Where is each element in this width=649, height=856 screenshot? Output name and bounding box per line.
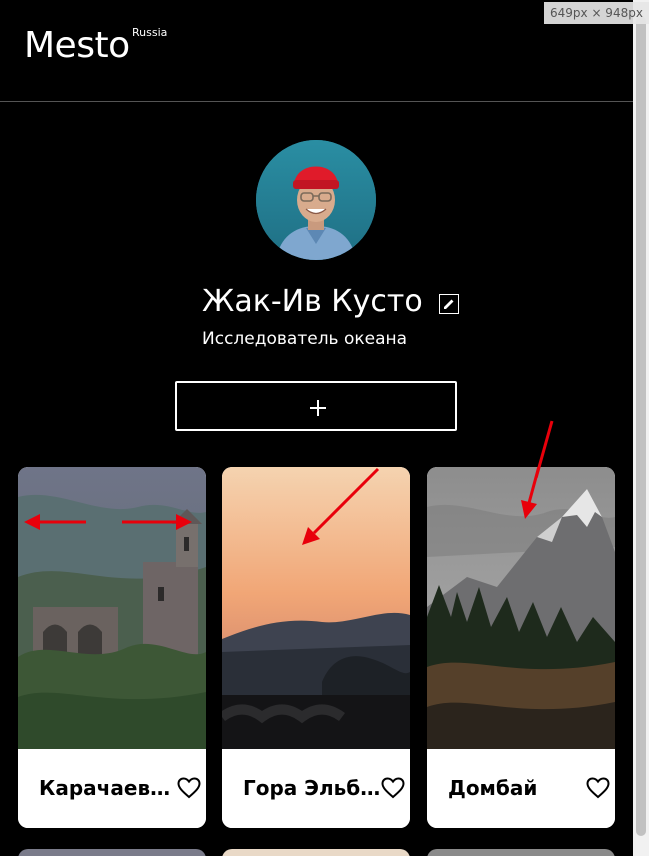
place-card: Карачаево-Черкесия	[18, 467, 206, 828]
annotation-arrow-tail	[534, 420, 554, 478]
heart-icon	[177, 777, 201, 799]
card-footer: Гора Эльбрус	[222, 749, 410, 828]
like-button[interactable]	[177, 777, 201, 799]
heart-icon	[381, 777, 405, 799]
card-title: Карачаево-Черкесия	[39, 776, 177, 800]
add-card-button[interactable]	[175, 381, 457, 431]
card-image[interactable]	[427, 467, 615, 749]
like-button[interactable]	[586, 777, 610, 799]
scrollbar[interactable]	[633, 0, 649, 856]
page: Mesto Russia Жак-Ив Кусто Исследователь …	[0, 0, 633, 856]
place-card: Гора Эльбрус	[222, 467, 410, 828]
plus-icon	[310, 400, 326, 416]
card-footer: Домбай	[427, 749, 615, 828]
viewport-size-label: 649px × 948px	[544, 2, 649, 24]
card-image[interactable]	[222, 467, 410, 749]
place-card-next-row	[427, 849, 615, 856]
place-card-next-row	[222, 849, 410, 856]
card-title: Домбай	[448, 776, 538, 800]
avatar[interactable]	[256, 140, 376, 260]
place-card-next-row	[18, 849, 206, 856]
profile-about: Исследователь океана	[202, 329, 408, 349]
card-image[interactable]	[18, 467, 206, 749]
card-title: Гора Эльбрус	[243, 776, 381, 800]
logo-superscript: Russia	[132, 26, 168, 39]
header: Mesto Russia	[0, 0, 633, 102]
card-footer: Карачаево-Черкесия	[18, 749, 206, 828]
avatar-photo	[256, 140, 376, 260]
pencil-icon	[444, 299, 454, 309]
like-button[interactable]	[381, 777, 405, 799]
scrollbar-thumb[interactable]	[636, 16, 646, 836]
edit-profile-button[interactable]	[439, 294, 459, 314]
heart-icon	[586, 777, 610, 799]
logo[interactable]: Mesto	[24, 26, 130, 66]
place-card: Домбай	[427, 467, 615, 828]
profile-name: Жак-Ив Кусто	[202, 284, 423, 319]
